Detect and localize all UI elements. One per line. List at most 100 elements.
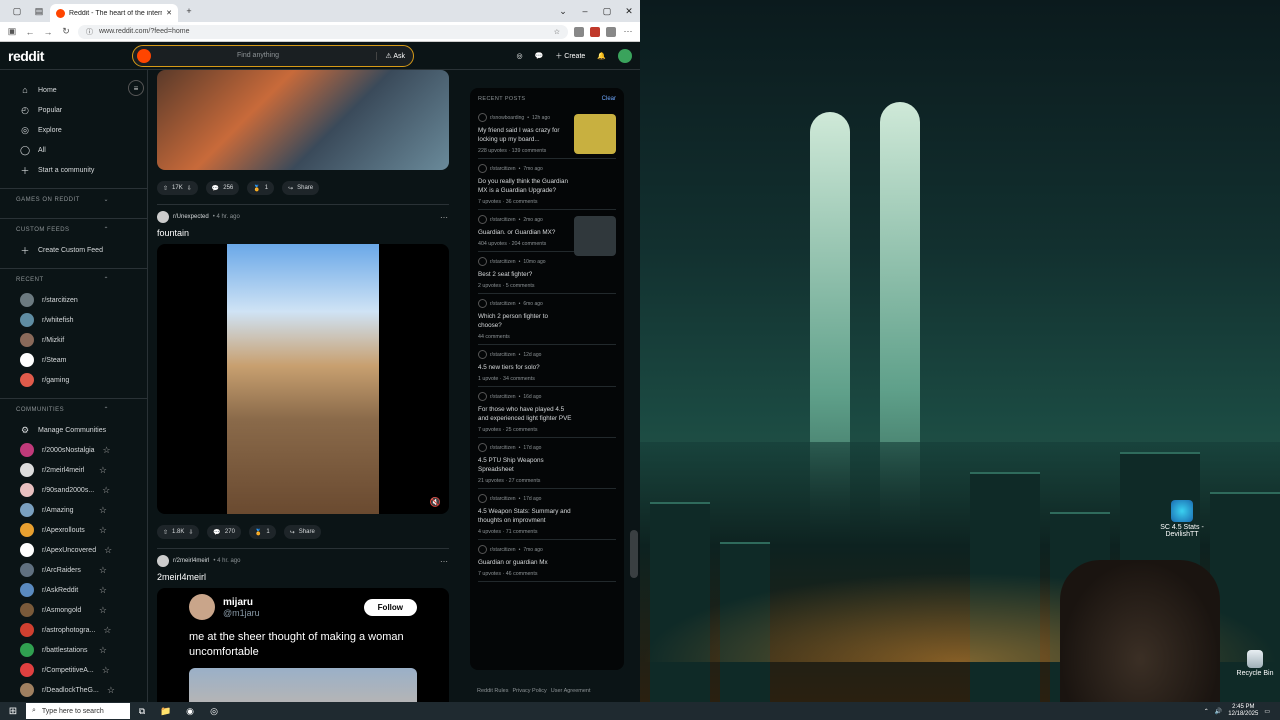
recent-post-item[interactable]: r/starcitizen • 10mo ago Best 2 seat fighte… [478,252,616,294]
favorite-star-icon[interactable]: ☆ [99,465,107,476]
sidebar-item-community[interactable]: r/starcitizen [0,290,147,310]
file-explorer-icon[interactable]: 📁 [154,702,178,720]
custom-feeds-section-header[interactable]: CUSTOM FEEDS ⌃ [0,218,147,240]
sidebar-item-community[interactable]: r/DeadlockTheG... ☆ [0,680,147,700]
site-info-icon[interactable]: ⓘ [86,27,93,37]
minimize-icon[interactable]: – [574,6,596,17]
sidebar-item-popular[interactable]: ◴ Popular [0,100,147,120]
subreddit-link[interactable]: r/Unexpected [173,214,209,220]
award-button[interactable]: 🏅 1 [248,525,276,539]
upvote-icon[interactable]: ⇧ [163,185,168,192]
chrome-icon[interactable]: ◎ [202,702,226,720]
extension-icon[interactable] [574,26,584,37]
favorite-star-icon[interactable]: ☆ [99,605,107,616]
sidebar-item-community[interactable]: r/90sand2000s... ☆ [0,480,147,500]
recent-post-item[interactable]: r/snowboarding • 12h ago My friend said I w… [478,108,616,159]
subreddit-avatar[interactable] [157,211,169,223]
vote-control[interactable]: ⇧ 1.8K ⇩ [157,525,200,539]
footer-link[interactable]: Reddit Rules [477,688,509,694]
recent-post-item[interactable]: r/starcitizen • 17d ago 4.5 PTU Ship Weapon… [478,438,616,489]
tab-reddit[interactable]: Reddit - The heart of the intern ✕ [50,4,178,22]
create-button[interactable]: ＋ Create [555,51,585,61]
sidebar-item-start-community[interactable]: ＋ Start a community [0,160,147,180]
sidebar-toggle-icon[interactable]: ▣ [6,26,18,37]
sidebar-item-community[interactable]: r/battlestations ☆ [0,640,147,660]
firefox-icon[interactable]: ◉ [178,702,202,720]
sidebar-item-manage-communities[interactable]: ⚙ Manage Communities [0,420,147,440]
back-icon[interactable]: ← [24,27,36,37]
comments-button[interactable]: 💬 256 [205,181,240,195]
tab-list-icon[interactable]: ▤ [28,6,50,17]
close-window-icon[interactable]: ✕ [618,6,640,17]
sidebar-item-community[interactable]: r/2meirl4meirl ☆ [0,460,147,480]
post-title[interactable]: fountain [148,223,460,244]
post-image[interactable]: mijaru @m1jaru Follow me at the sheer th… [157,588,449,702]
close-tab-icon[interactable]: ✕ [166,9,172,17]
upvote-icon[interactable]: ⇧ [163,529,168,536]
share-button[interactable]: ↪ Share [282,181,320,195]
sidebar-item-all[interactable]: ◯ All [0,140,147,160]
recent-post-item[interactable]: r/starcitizen • 2mo ago Guardian. or Guardi… [478,210,616,256]
favorite-star-icon[interactable]: ☆ [107,685,115,696]
tab-search-icon[interactable]: ⌄ [552,6,574,17]
volume-icon[interactable]: 🔊 [1215,708,1222,715]
share-button[interactable]: ↪ Share [283,525,321,539]
post-image[interactable] [157,70,449,170]
recent-post-item[interactable]: r/starcitizen • 6mo ago Which 2 person figh… [478,294,616,345]
new-tab-icon[interactable]: + [178,6,200,16]
extension-icon[interactable] [606,26,616,37]
desktop-shortcut-icon[interactable]: SC 4.5 Stats - DevilishTT [1152,500,1212,538]
url-field[interactable]: ⓘ www.reddit.com/?feed=home ☆ [78,24,568,39]
task-view-icon[interactable]: ⧉ [130,702,154,720]
sidebar-item-home[interactable]: ⌂ Home [0,80,147,100]
user-avatar[interactable] [618,48,632,63]
post-video[interactable]: 🔇 [157,244,449,514]
extension-icon[interactable] [590,26,600,37]
footer-link[interactable]: User Agreement [551,688,591,694]
favorite-star-icon[interactable]: ☆ [103,625,111,636]
favorite-star-icon[interactable]: ☆ [104,545,112,556]
vote-control[interactable]: ⇧ 17K ⇩ [157,181,198,195]
favorite-star-icon[interactable]: ☆ [103,445,111,456]
sidebar-item-create-custom-feed[interactable]: ＋ Create Custom Feed [0,240,147,260]
recent-post-item[interactable]: r/starcitizen • 16d ago For those who have … [478,387,616,438]
page-scrollbar[interactable] [630,530,638,578]
sidebar-item-community[interactable]: r/AskReddit ☆ [0,580,147,600]
clear-button[interactable]: Clear [602,96,616,102]
favorite-star-icon[interactable]: ☆ [99,645,107,656]
sidebar-item-community[interactable]: r/gaming [0,370,147,390]
forward-icon[interactable]: → [42,27,54,37]
maximize-icon[interactable]: ▢ [596,6,618,17]
downvote-icon[interactable]: ⇩ [187,185,192,192]
recent-post-item[interactable]: r/starcitizen • 7mo ago Do you really think… [478,159,616,210]
favorite-star-icon[interactable]: ☆ [102,485,110,496]
recent-post-item[interactable]: r/starcitizen • 12d ago 4.5 new tiers for s… [478,345,616,387]
refresh-icon[interactable]: ↻ [60,26,72,37]
search-bar[interactable]: Find anything ⚠ Ask [132,44,414,67]
sidebar-item-community[interactable]: r/ApexUncovered ☆ [0,540,147,560]
recent-section-header[interactable]: RECENT ⌃ [0,268,147,290]
favorite-star-icon[interactable]: ☆ [99,525,107,536]
subreddit-avatar[interactable] [157,555,169,567]
advertise-icon[interactable]: ◎ [516,52,522,60]
recycle-bin-icon[interactable]: Recycle Bin [1225,650,1280,677]
sidebar-item-community[interactable]: r/Asmongold ☆ [0,600,147,620]
sidebar-item-community[interactable]: r/2000sNostalgia ☆ [0,440,147,460]
post-title[interactable]: 2meirl4meirl [148,567,460,588]
sidebar-item-community[interactable]: r/CompetitiveA... ☆ [0,660,147,680]
recent-post-item[interactable]: r/starcitizen • 7mo ago Guardian or guardia… [478,540,616,582]
sidebar-item-community[interactable]: r/Amazing ☆ [0,500,147,520]
favorite-star-icon[interactable]: ☆ [99,585,107,596]
tab-actions-icon[interactable]: ▢ [6,6,28,17]
sidebar-item-community[interactable]: r/ArcRaiders ☆ [0,560,147,580]
communities-section-header[interactable]: COMMUNITIES ⌃ [0,398,147,420]
games-section-header[interactable]: GAMES ON REDDIT ⌄ [0,188,147,210]
taskbar-clock[interactable]: 2:45 PM 12/18/2025 [1228,704,1258,718]
chat-icon[interactable]: 💬 [535,52,544,60]
sidebar-item-community[interactable]: r/whitefish [0,310,147,330]
favorite-star-icon[interactable]: ☆ [102,665,110,676]
sidebar-item-community[interactable]: r/Mizkif [0,330,147,350]
award-button[interactable]: 🏅 1 [247,181,275,195]
tray-overflow-icon[interactable]: ⌃ [1204,708,1209,715]
sidebar-item-community[interactable]: r/Steam [0,350,147,370]
